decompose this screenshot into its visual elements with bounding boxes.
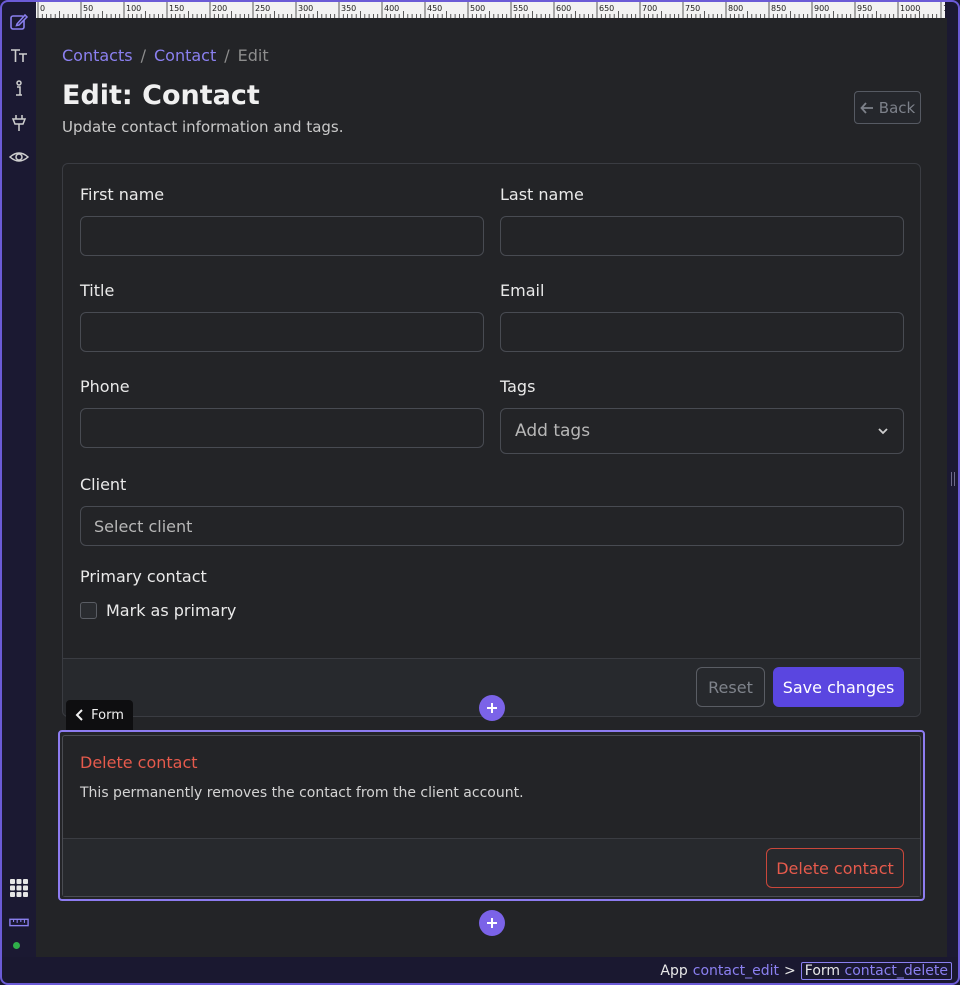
ruler-label: 250	[255, 4, 270, 13]
ruler-label: 950	[857, 4, 872, 13]
title-input[interactable]	[80, 312, 484, 352]
ruler-label: 350	[341, 4, 356, 13]
chevron-down-icon	[878, 428, 888, 435]
left-toolbar	[2, 2, 36, 957]
client-select[interactable]: Select client	[80, 506, 904, 546]
phone-input[interactable]	[80, 408, 484, 448]
breadcrumb-current: Edit	[237, 46, 269, 65]
form-tag-label: Form	[91, 707, 124, 723]
page-subtitle: Update contact information and tags.	[62, 118, 344, 136]
add-block-button[interactable]	[479, 910, 505, 936]
phone-label: Phone	[80, 377, 130, 396]
ruler-label: 500	[470, 4, 485, 13]
breadcrumb-separator: /	[140, 46, 146, 65]
component-path: App contact_edit > Form contact_delete	[660, 962, 952, 980]
path-app-value[interactable]: contact_edit	[693, 963, 779, 979]
reset-button[interactable]: Reset	[696, 667, 765, 707]
ruler-icon[interactable]	[7, 910, 31, 934]
ruler-label: 750	[685, 4, 700, 13]
path-form-segment[interactable]: Form contact_delete	[800, 962, 952, 980]
ruler-label: 100	[126, 4, 141, 13]
first-name-label: First name	[80, 185, 165, 204]
text-icon[interactable]	[7, 43, 31, 67]
add-block-button[interactable]	[479, 695, 505, 721]
breadcrumb-contact[interactable]: Contact	[154, 46, 216, 65]
tags-placeholder: Add tags	[515, 421, 591, 441]
client-label: Client	[80, 475, 127, 494]
ruler-label: 50	[83, 4, 93, 13]
edit-icon[interactable]	[7, 10, 31, 34]
page-title: Edit: Contact	[62, 80, 260, 111]
ruler-label: 600	[556, 4, 571, 13]
ruler-label: 0	[40, 4, 45, 13]
ruler-label: 850	[771, 4, 786, 13]
ruler-label: 400	[384, 4, 399, 13]
ruler-label: 450	[427, 4, 442, 13]
primary-checkbox-label[interactable]: Mark as primary	[106, 601, 236, 620]
last-name-input[interactable]	[500, 216, 904, 256]
delete-contact-button[interactable]: Delete contact	[766, 848, 904, 888]
status-dot	[13, 942, 20, 949]
ruler-label: 200	[212, 4, 227, 13]
email-label: Email	[500, 281, 545, 300]
chevron-left-icon	[75, 709, 83, 721]
title-label: Title	[80, 281, 115, 300]
ruler-label: 300	[298, 4, 313, 13]
breadcrumb: Contacts / Contact / Edit	[62, 46, 269, 65]
ruler-label: 650	[599, 4, 614, 13]
resize-grip[interactable]	[951, 472, 955, 486]
tags-select[interactable]: Add tags	[500, 408, 904, 454]
delete-title: Delete contact	[80, 753, 198, 772]
top-ruler: 0 50 100 150 200 250 300 350 400 450 500 550 600 650 7…	[36, 2, 945, 18]
plugin-icon[interactable]	[7, 111, 31, 135]
breadcrumb-contacts[interactable]: Contacts	[62, 46, 133, 65]
path-app-label[interactable]: App	[660, 963, 687, 979]
back-button[interactable]: Back	[854, 91, 921, 124]
ruler-label: 1000	[900, 4, 920, 13]
first-name-input[interactable]	[80, 216, 484, 256]
tags-label: Tags	[500, 377, 536, 396]
delete-description: This permanently removes the contact fro…	[80, 785, 524, 801]
email-input[interactable]	[500, 312, 904, 352]
breadcrumb-separator: /	[224, 46, 230, 65]
ruler-label: 700	[642, 4, 657, 13]
path-form-value: contact_delete	[844, 963, 949, 979]
ruler-label: 1050	[943, 4, 945, 13]
ruler-label: 900	[814, 4, 829, 13]
eye-icon[interactable]	[7, 145, 31, 169]
plus-icon	[487, 703, 497, 713]
client-placeholder: Select client	[94, 516, 193, 536]
ruler-label: 550	[513, 4, 528, 13]
last-name-label: Last name	[500, 185, 584, 204]
info-icon[interactable]	[7, 77, 31, 101]
arrow-left-icon	[860, 101, 873, 114]
form-component-tag[interactable]: Form	[66, 700, 133, 730]
primary-contact-label: Primary contact	[80, 567, 207, 586]
ruler-label: 150	[169, 4, 184, 13]
ruler-label: 800	[728, 4, 743, 13]
grid-icon[interactable]	[7, 876, 31, 900]
path-form-label: Form	[804, 963, 841, 979]
back-button-label: Back	[878, 98, 916, 117]
plus-icon	[487, 918, 497, 928]
save-button[interactable]: Save changes	[773, 667, 904, 707]
primary-checkbox[interactable]	[80, 602, 97, 619]
path-separator: >	[784, 963, 796, 979]
